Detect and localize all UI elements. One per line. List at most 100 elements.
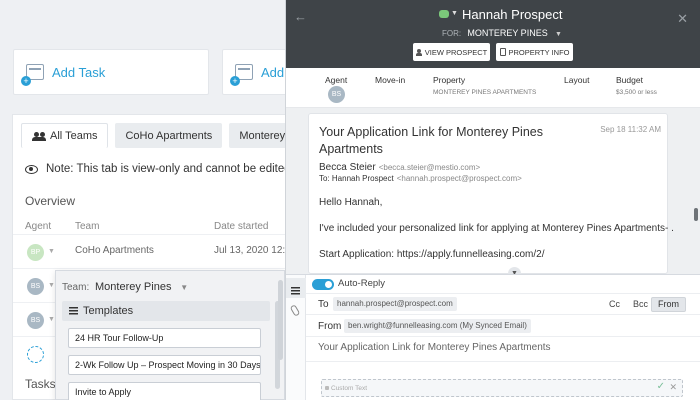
- email-greeting: Hello Hannah,: [319, 197, 383, 208]
- subject-input[interactable]: Your Application Link for Monterey Pines…: [318, 342, 551, 353]
- chevron-down-icon[interactable]: ▼: [451, 10, 458, 17]
- row-team: CoHo Apartments: [75, 245, 154, 256]
- add-task-icon: [21, 64, 44, 86]
- prospect-conversation-panel: ← ▼ Hannah Prospect FOR: MONTEREY PINES …: [285, 0, 700, 400]
- bcc-button[interactable]: Bcc: [633, 299, 648, 309]
- overview-heading: Overview: [25, 194, 76, 208]
- unassigned-agent-icon: [27, 346, 44, 363]
- close-icon[interactable]: ✕: [677, 11, 688, 27]
- team-value: Monterey Pines: [95, 281, 172, 293]
- email-application-link[interactable]: Start Application: https://apply.funnell…: [319, 249, 545, 260]
- email-composer: Auto-Reply To hannah.prospect@prospect.c…: [286, 274, 700, 400]
- col-agent: Agent: [25, 221, 52, 232]
- custom-text-label: Custom Text: [331, 385, 368, 392]
- avatar: BS: [27, 278, 44, 295]
- list-icon: [69, 307, 78, 315]
- user-icon: [415, 48, 422, 56]
- email-date: Sep 18 11:32 AM: [600, 125, 661, 134]
- email-subject: Your Application Link for Monterey Pines…: [319, 125, 543, 156]
- col-date: Date started: [214, 221, 269, 232]
- paperclip-icon[interactable]: [289, 304, 301, 317]
- sender-email: <becca.steier@mestio.com>: [378, 163, 481, 172]
- email-body-line: I've included your personalized link for…: [319, 223, 674, 234]
- chevron-down-icon: ▼: [180, 283, 189, 292]
- notice-text: Note: This tab is view-only and cannot b…: [46, 163, 291, 175]
- subject-field[interactable]: Your Application Link for Monterey Pines…: [306, 336, 700, 361]
- for-label: FOR:: [442, 29, 462, 38]
- chat-icon[interactable]: [439, 10, 449, 18]
- property-info-button[interactable]: PROPERTY INFO: [496, 43, 573, 61]
- property-label: Property: [433, 75, 466, 85]
- tab-coho-label: CoHo Apartments: [125, 129, 213, 142]
- templates-panel: Team: Monterey Pines ▼ Templates 24 HR T…: [55, 270, 285, 400]
- view-only-notice: Note: This tab is view-only and cannot b…: [25, 163, 291, 175]
- prospect-header: ← ▼ Hannah Prospect FOR: MONTEREY PINES …: [286, 0, 700, 68]
- recipient-label: To: Hannah Prospect: [319, 174, 394, 183]
- add-task-card[interactable]: Add Task: [13, 49, 209, 95]
- templates-title: Templates: [83, 305, 134, 317]
- chevron-down-icon: ▼: [554, 31, 562, 38]
- teams-tabs: All Teams CoHo Apartments Monterey Pine: [21, 123, 321, 148]
- tab-all-teams[interactable]: All Teams: [21, 123, 109, 148]
- templates-tool-button[interactable]: [286, 278, 306, 298]
- list-icon: [291, 287, 300, 295]
- property-info-label: PROPERTY INFO: [508, 47, 570, 57]
- property-selector[interactable]: FOR: MONTEREY PINES ▼: [442, 28, 562, 38]
- page-scrollbar[interactable]: [278, 280, 283, 360]
- people-icon: [32, 131, 46, 141]
- add-card-second-label: Add: [261, 64, 285, 80]
- template-item[interactable]: 24 HR Tour Follow-Up: [68, 328, 261, 348]
- auto-reply-label: Auto-Reply: [338, 278, 385, 289]
- thread-scrollbar[interactable]: [694, 208, 698, 221]
- cc-button[interactable]: Cc: [609, 299, 620, 309]
- email-recipient: To: Hannah Prospect <hannah.prospect@pros…: [319, 174, 522, 183]
- budget-label: Budget: [616, 75, 643, 85]
- template-team-selector[interactable]: Team: Monterey Pines ▼: [62, 281, 188, 293]
- movein-label: Move-in: [375, 75, 406, 85]
- budget-value: $3,500 or less: [616, 89, 657, 96]
- tab-coho-apartments[interactable]: CoHo Apartments: [115, 123, 223, 148]
- custom-text-block[interactable]: Custom Text ✓ ✕: [321, 379, 683, 397]
- composer-toolbar: [286, 275, 306, 400]
- back-arrow-icon[interactable]: ←: [294, 9, 307, 24]
- email-message[interactable]: Your Application Link for Monterey Pines…: [308, 113, 674, 280]
- check-icon[interactable]: ✓: [657, 381, 665, 392]
- recipient-email: <hannah.prospect@prospect.com>: [396, 174, 522, 183]
- view-prospect-label: VIEW PROSPECT: [424, 47, 488, 57]
- add-task-label: Add Task: [52, 64, 106, 80]
- chevron-down-icon: ▼: [48, 248, 55, 255]
- close-icon[interactable]: ✕: [669, 382, 677, 393]
- tab-all-teams-label: All Teams: [50, 130, 98, 142]
- sender-name: Becca Steier: [319, 162, 376, 173]
- row-date: Jul 13, 2020 12:4: [214, 245, 291, 256]
- prospect-name: Hannah Prospect: [462, 7, 563, 22]
- tasks-heading: Tasks: [25, 377, 56, 391]
- for-value: MONTEREY PINES: [467, 28, 548, 38]
- template-item[interactable]: Invite to Apply: [68, 382, 261, 400]
- email-sender: Becca Steier <becca.steier@mestio.com>: [319, 162, 480, 173]
- document-icon: [499, 48, 506, 56]
- layout-label: Layout: [564, 75, 590, 85]
- avatar: BP: [27, 244, 44, 261]
- chevron-down-icon: ▼: [48, 282, 55, 289]
- avatar: BS: [328, 86, 345, 103]
- to-label: To: [318, 299, 329, 310]
- chevron-down-icon: ▼: [48, 316, 55, 323]
- team-label: Team:: [62, 282, 90, 293]
- template-item[interactable]: 2-Wk Follow Up – Prospect Moving in 30 D…: [68, 355, 261, 375]
- to-field[interactable]: To hannah.prospect@prospect.com Cc Bcc F…: [306, 293, 700, 314]
- eye-icon: [25, 164, 38, 174]
- from-label: From: [318, 321, 342, 332]
- property-value: MONTEREY PINES APARTMENTS: [433, 89, 537, 96]
- to-recipient-chip[interactable]: hannah.prospect@prospect.com: [333, 297, 457, 311]
- view-prospect-button[interactable]: VIEW PROSPECT: [413, 43, 490, 61]
- from-sender-chip[interactable]: ben.wright@funnelleasing.com (My Synced …: [344, 319, 531, 333]
- table-row[interactable]: BP ▼ CoHo Apartments Jul 13, 2020 12:4: [13, 234, 303, 268]
- auto-reply-toggle[interactable]: [312, 279, 334, 290]
- conversation-thread: Your Application Link for Monterey Pines…: [286, 108, 700, 280]
- from-field[interactable]: From ben.wright@funnelleasing.com (My Sy…: [306, 314, 700, 336]
- custom-text-icon: [325, 386, 329, 390]
- avatar: BS: [27, 312, 44, 329]
- templates-header: Templates: [62, 301, 270, 321]
- from-toggle-button[interactable]: From: [651, 297, 686, 312]
